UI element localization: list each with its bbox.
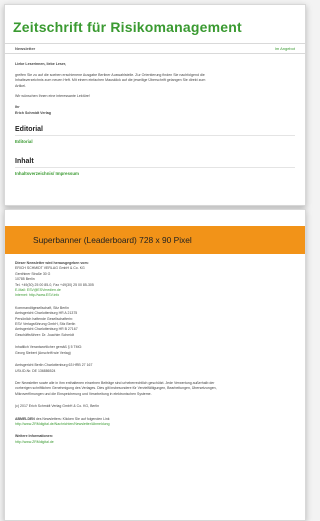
editorial-link[interactable]: Editorial [15,139,295,144]
signature-line: Erich Schmidt Verlag [15,110,51,115]
inhalt-heading: Inhalt [15,158,34,166]
unsubscribe-label: ABMELDEN [15,416,35,421]
newsletter-top-card: Zeitschrift für Risikomanagement Newslet… [4,4,306,206]
brand-title: Zeitschrift für Risikomanagement [13,19,242,35]
responsible-line: Georg Siebert (Anschrift wie Verlag) [15,350,71,355]
publisher-web-link[interactable]: Internet: http://www.ESV.info [15,293,295,298]
topbar-label: Newsletter [15,46,36,51]
editorial-heading: Editorial [15,126,44,134]
newsletter-topbar: Newsletter Im Angebot [5,43,305,54]
divider [15,167,295,169]
newsletter-bottom-card: Superbanner (Leaderboard) 728 x 90 Pixel… [4,209,306,521]
topbar-online-link[interactable]: Im Angebot [275,46,295,51]
register-line: USt-ID-Nr. DE 136886524 [15,368,56,373]
copyright-line: (c) 2017 Erich Schmidt Verlag GmbH & Co.… [15,404,100,409]
inhalt-link[interactable]: Inhaltsverzeichnis/ Impressum [15,171,295,176]
company-line: Geschäftsführer: Dr. Joachim Schmidt [15,332,74,337]
leaderboard-banner[interactable]: Superbanner (Leaderboard) 728 x 90 Pixel [5,226,305,254]
more-info-link[interactable]: http://www.ZRMdigital.de [15,440,295,445]
unsubscribe-desc: des Newsletters: Klicken Sie auf folgend… [34,416,110,421]
copyright-notice: Mikroverfilmungen und die Einspeicherung… [15,391,152,396]
divider [15,135,295,137]
unsubscribe-link[interactable]: http://www.ZRMdigital.de/Nachrichten/New… [15,422,295,427]
